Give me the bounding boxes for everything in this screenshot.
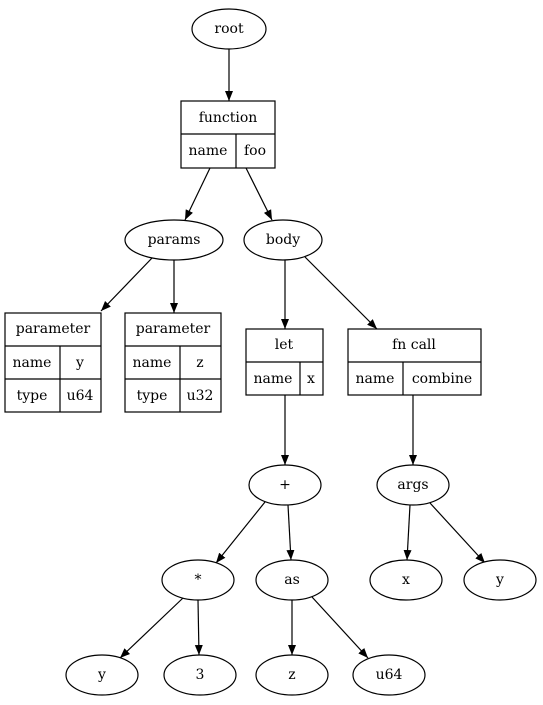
- node-mul: *: [161, 559, 235, 601]
- node-param1: parameter name y type u64: [4, 312, 102, 413]
- node-body: body: [243, 219, 323, 261]
- edge-body-fncall: [304, 256, 378, 330]
- record-value: foo: [244, 143, 266, 159]
- edge-mul-3: [194, 599, 203, 656]
- node-param2: parameter name z type u32: [124, 312, 222, 413]
- node-root: root: [191, 8, 267, 50]
- record-key: type: [17, 388, 48, 404]
- record-title: let: [275, 337, 294, 353]
- node-plus: +: [248, 464, 322, 506]
- edge-plus-mul: [215, 501, 266, 564]
- node-label: as: [284, 572, 300, 588]
- node-params: params: [124, 219, 224, 261]
- node-label: y: [495, 572, 504, 588]
- node-args: args: [376, 464, 450, 506]
- record-title: parameter: [136, 321, 211, 337]
- node-label: params: [148, 232, 201, 248]
- node-as-z: z: [255, 654, 329, 696]
- record-key: name: [356, 371, 395, 387]
- ast-diagram: root params body + args * as x y y 3 z u…: [4, 8, 537, 696]
- record-key: type: [137, 388, 168, 404]
- node-arg-y: y: [463, 559, 537, 601]
- node-label: x: [402, 572, 410, 588]
- record-value: u32: [187, 388, 214, 404]
- edge-plus-as: [286, 504, 295, 561]
- record-title: function: [199, 110, 258, 126]
- record-key: name: [254, 371, 293, 387]
- node-as: as: [255, 559, 329, 601]
- node-label: z: [288, 667, 295, 683]
- record-value: u64: [67, 388, 94, 404]
- edge-args-y: [429, 502, 486, 564]
- record-value: z: [196, 355, 203, 371]
- node-label: *: [195, 572, 202, 588]
- node-arg-x: x: [369, 559, 443, 601]
- node-fncall: fn call name combine: [347, 328, 482, 396]
- node-label: u64: [376, 667, 403, 683]
- node-function: function name foo: [180, 100, 276, 169]
- node-label: +: [279, 477, 291, 493]
- record-value: combine: [412, 371, 472, 387]
- node-as-u64: u64: [352, 654, 426, 696]
- record-title: fn call: [392, 337, 436, 353]
- record-key: name: [189, 143, 228, 159]
- node-label: root: [214, 21, 244, 37]
- record-value: y: [75, 355, 84, 371]
- node-mul-3: 3: [163, 654, 237, 696]
- node-label: body: [266, 232, 300, 248]
- edge-function-body: [245, 167, 273, 221]
- node-let: let name x: [245, 328, 324, 396]
- record-value: x: [307, 371, 315, 387]
- edge-params-param1: [100, 256, 154, 312]
- edge-as-u64: [311, 596, 369, 659]
- record-key: name: [133, 355, 172, 371]
- edge-args-x: [403, 504, 412, 561]
- edge-mul-y: [119, 597, 184, 659]
- record-title: parameter: [16, 321, 91, 337]
- record-key: name: [13, 355, 52, 371]
- edge-function-params: [184, 167, 211, 221]
- node-label: 3: [196, 667, 205, 683]
- node-label: args: [397, 477, 428, 493]
- node-mul-y: y: [65, 654, 139, 696]
- node-label: y: [97, 667, 106, 683]
